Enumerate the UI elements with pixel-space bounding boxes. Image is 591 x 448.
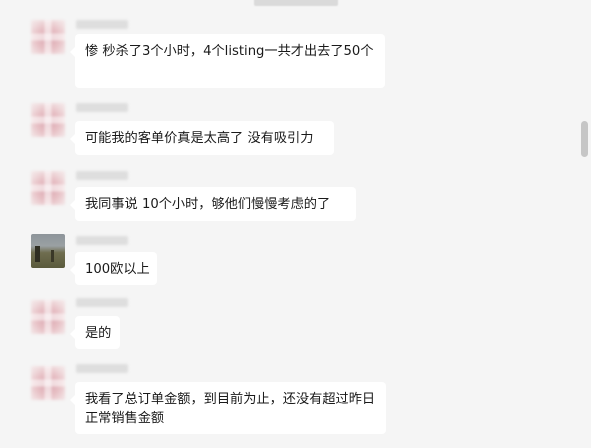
message-text: 我同事说 10个小时，够他们慢慢考虑的了 (85, 197, 331, 212)
message-bubble[interactable]: 我看了总订单金额，到目前为止，还没有超过昨日正常销售金额 (70, 382, 386, 434)
message-bubble[interactable]: 可能我的客单价真是太高了 没有吸引力 (70, 121, 334, 155)
avatar[interactable] (31, 20, 65, 54)
avatar[interactable] (31, 171, 65, 205)
message-bubble[interactable]: 我同事说 10个小时，够他们慢慢考虑的了 (70, 187, 356, 221)
message-text: 100欧以上 (85, 262, 150, 277)
avatar-photo-detail (35, 246, 40, 262)
message-bubble[interactable]: 是的 (70, 316, 120, 349)
sender-name (76, 364, 128, 373)
avatar[interactable] (31, 300, 65, 334)
timestamp-pill (254, 0, 338, 6)
message-bubble[interactable]: 100欧以上 (70, 252, 157, 285)
avatar[interactable] (31, 234, 65, 268)
sender-name (76, 236, 128, 245)
sender-name (76, 171, 128, 180)
sender-name (76, 298, 128, 307)
avatar[interactable] (31, 366, 65, 400)
message-bubble[interactable]: 惨 秒杀了3个小时，4个listing一共才出去了50个 (70, 34, 385, 88)
scrollbar-thumb[interactable] (581, 121, 588, 157)
avatar-photo-detail (51, 250, 54, 262)
message-text: 惨 秒杀了3个小时，4个listing一共才出去了50个 (85, 44, 374, 59)
message-text: 我看了总订单金额，到目前为止，还没有超过昨日正常销售金额 (85, 392, 376, 426)
avatar[interactable] (31, 103, 65, 137)
sender-name (76, 20, 128, 29)
message-text: 是的 (85, 326, 112, 341)
message-text: 可能我的客单价真是太高了 没有吸引力 (85, 131, 314, 146)
sender-name (76, 103, 128, 112)
